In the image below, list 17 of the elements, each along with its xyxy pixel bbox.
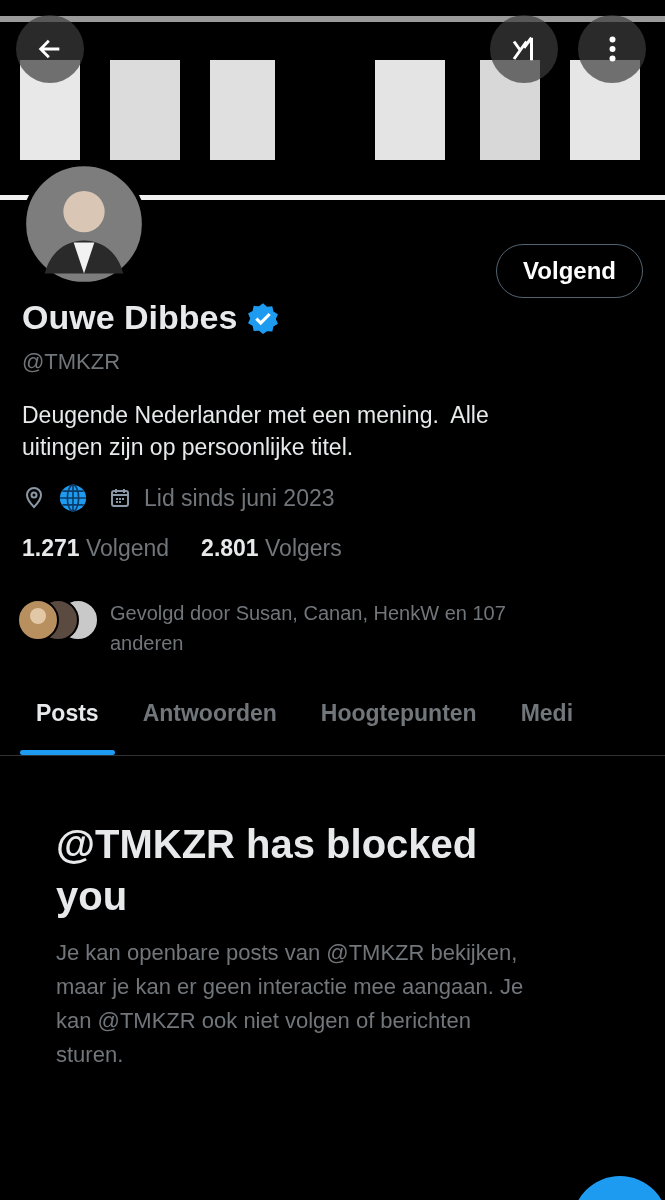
- profile-tab[interactable]: Antwoorden: [126, 686, 293, 755]
- display-name: Ouwe Dibbes: [22, 298, 238, 337]
- username: @TMKZR: [22, 349, 122, 375]
- globe-icon: [58, 483, 88, 513]
- follow-stat-link[interactable]: 1.271 Volgend: [22, 535, 170, 562]
- profile-tab[interactable]: Posts: [20, 686, 115, 755]
- profile-tab[interactable]: Hoogtepunten: [304, 686, 493, 755]
- followed-by-text[interactable]: Gevolgd door Susan, Canan, HenkW en 107 anderen: [110, 598, 550, 658]
- calendar-icon: [108, 486, 132, 510]
- profile-tab[interactable]: Medi: [504, 686, 590, 755]
- bio: Deugende Nederlander met een mening. Alle uitingen zijn op persoonlijke titel.: [22, 401, 490, 462]
- follow-stat-link[interactable]: 2.801 Volgers: [201, 535, 342, 562]
- more-icon: [608, 36, 616, 62]
- blocked-message: Je kan openbare posts van @TMKZR bekijken, maar je kan er geen interactie mee aangaan. Je kan @TMKZR ook niet volgen of berichten sturen.: [56, 939, 525, 1069]
- following-button[interactable]: Volgend: [496, 244, 643, 298]
- blocked-title: @TMKZR has blocked you: [56, 821, 479, 920]
- join-date: Lid sinds juni 2023: [144, 484, 335, 512]
